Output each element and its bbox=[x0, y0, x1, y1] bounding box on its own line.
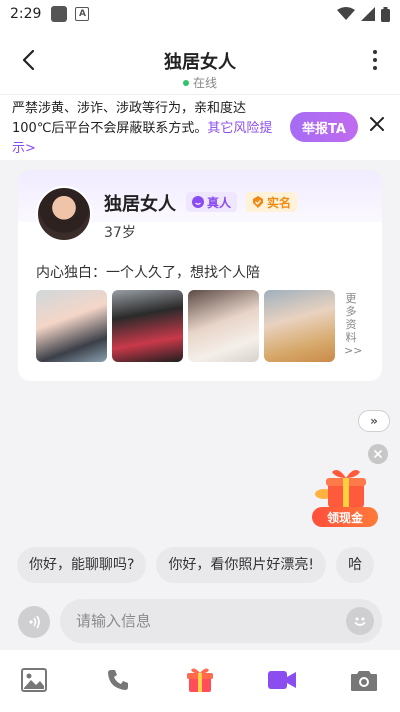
online-status: 在线 bbox=[0, 74, 400, 91]
phone-icon bbox=[108, 670, 128, 690]
dot-icon bbox=[373, 58, 377, 62]
verified-check-icon bbox=[253, 196, 263, 208]
message-input-bar bbox=[0, 590, 400, 650]
quick-reply-bar: 你好，能聊聊吗? 你好，看你照片好漂亮! 哈 bbox=[17, 547, 400, 583]
quick-reply-chip[interactable]: 你好，能聊聊吗? bbox=[17, 547, 147, 583]
safety-warning-banner: 严禁涉黄、涉诈、涉政等行为，亲和度达100℃后平台不会屏蔽联系方式。其它风险提示… bbox=[0, 94, 400, 160]
quick-reply-chip[interactable]: 你好，看你照片好漂亮! bbox=[156, 547, 327, 583]
camera-button[interactable] bbox=[346, 662, 382, 698]
voice-icon bbox=[29, 615, 40, 629]
profile-monologue: 内心独白：一个人久了，想找个人陪 bbox=[36, 265, 260, 281]
report-button[interactable]: 举报TA bbox=[290, 112, 358, 142]
online-status-label: 在线 bbox=[192, 76, 217, 90]
emoji-button[interactable] bbox=[346, 607, 374, 635]
phone-button[interactable] bbox=[100, 662, 136, 698]
gift-label[interactable]: 领现金 bbox=[312, 507, 378, 527]
emoji-icon bbox=[354, 617, 366, 626]
voice-button[interactable] bbox=[18, 606, 50, 638]
chat-toolbar bbox=[0, 650, 400, 712]
quick-reply-chip[interactable]: 哈 bbox=[336, 547, 375, 583]
online-dot-icon bbox=[182, 79, 189, 86]
status-bar: 2:29 A bbox=[0, 0, 400, 28]
profile-photo[interactable] bbox=[188, 290, 259, 362]
a-box-icon: A bbox=[75, 7, 90, 21]
forward-button[interactable]: » bbox=[358, 410, 390, 432]
square-icon bbox=[51, 6, 68, 22]
verified-badge: 实名 bbox=[246, 192, 298, 212]
close-icon[interactable] bbox=[368, 115, 386, 133]
more-info-link[interactable]: 更多资料>> bbox=[344, 292, 362, 357]
signal-icon bbox=[361, 7, 375, 21]
wifi-icon bbox=[337, 7, 355, 20]
chat-header: 独居女人 在线 bbox=[0, 28, 400, 94]
dot-icon bbox=[373, 66, 377, 70]
more-options-button[interactable] bbox=[372, 50, 378, 70]
video-call-button[interactable] bbox=[264, 662, 300, 698]
camera-icon bbox=[351, 671, 377, 691]
gift-icon bbox=[187, 668, 213, 692]
gift-button[interactable] bbox=[182, 662, 218, 698]
profile-card[interactable]: 独居女人 真人 实名 37岁 内心独白：一个人久了，想找个人陪 更多资料>> bbox=[18, 170, 382, 381]
avatar[interactable] bbox=[36, 186, 92, 242]
profile-age: 37岁 bbox=[104, 225, 136, 241]
image-icon bbox=[21, 668, 47, 692]
profile-name: 独居女人 bbox=[104, 194, 176, 215]
photo-gallery bbox=[36, 290, 335, 362]
image-button[interactable] bbox=[16, 662, 52, 698]
profile-photo[interactable] bbox=[36, 290, 107, 362]
profile-photo[interactable] bbox=[264, 290, 335, 362]
page-title: 独居女人 bbox=[164, 52, 236, 73]
battery-icon bbox=[381, 6, 390, 22]
message-input[interactable] bbox=[60, 599, 382, 643]
profile-photo[interactable] bbox=[112, 290, 183, 362]
dot-icon bbox=[373, 50, 377, 54]
smile-icon bbox=[192, 196, 204, 208]
video-icon bbox=[268, 671, 296, 689]
clock-time: 2:29 bbox=[10, 6, 42, 22]
real-person-badge: 真人 bbox=[186, 192, 238, 212]
